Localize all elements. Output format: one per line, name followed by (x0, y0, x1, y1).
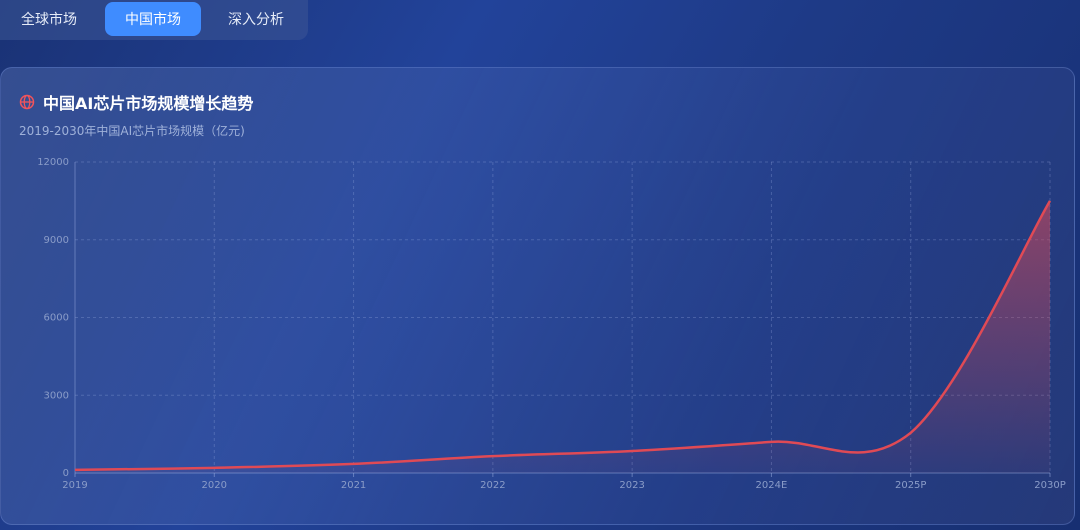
series-area (75, 200, 1050, 473)
x-tick-label: 2023 (619, 480, 644, 491)
y-tick-label: 3000 (44, 390, 69, 401)
y-tick-label: 9000 (44, 235, 69, 246)
y-tick-label: 0 (63, 468, 69, 479)
y-tick-label: 12000 (37, 157, 69, 168)
series-line (74, 200, 1052, 472)
y-tick-label: 6000 (44, 313, 69, 324)
x-tick-label: 2020 (202, 480, 227, 491)
x-tick-label: 2030P (1034, 480, 1065, 491)
x-tick-label: 2025P (895, 480, 926, 491)
x-tick-label: 2024E (756, 480, 788, 491)
x-tick-label: 2019 (62, 480, 87, 491)
x-tick-label: 2021 (341, 480, 366, 491)
x-tick-label: 2022 (480, 480, 505, 491)
area-chart: 0 3000 6000 9000 12000 2019 2020 2021 2022 2023 20… (37, 157, 1066, 491)
